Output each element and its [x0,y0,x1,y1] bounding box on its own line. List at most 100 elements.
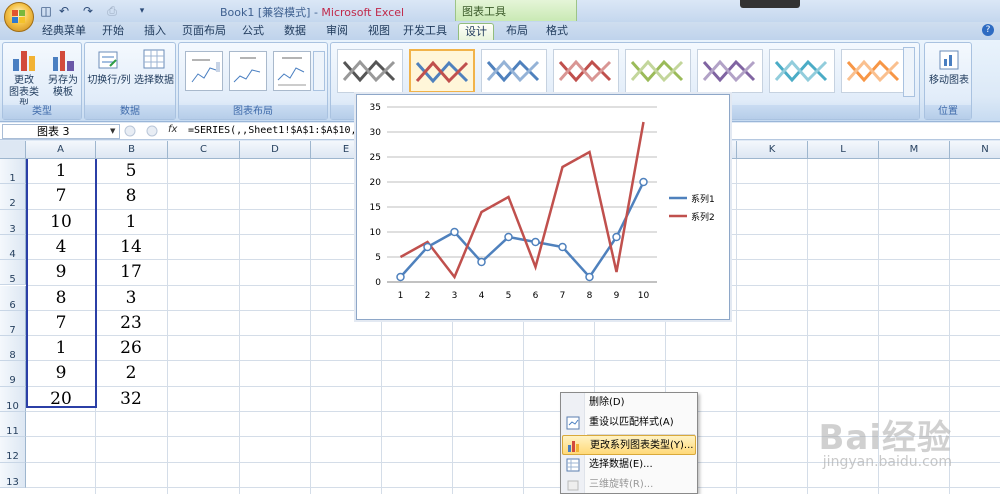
tab-developer[interactable]: 开发工具 [400,23,450,40]
chart-layout-1[interactable] [185,51,223,91]
gridline [26,335,1000,337]
chart-style-5[interactable] [625,49,691,93]
office-button[interactable] [4,2,34,32]
cell-b7[interactable]: 23 [96,313,166,333]
save-icon[interactable]: ◫ [38,3,54,19]
tab-review[interactable]: 审阅 [320,23,354,40]
row-header[interactable]: 2 [0,184,26,210]
column-header[interactable]: D [240,141,311,159]
cell-a7[interactable]: 7 [26,313,96,333]
row-header[interactable]: 5 [0,260,26,286]
reset-style-label: 重设以匹配样式(A) [589,417,674,428]
cell-a9[interactable]: 9 [26,363,96,383]
menu-item-change-series-chart-type[interactable]: 更改系列图表类型(Y)... [562,435,696,455]
group-type: 更改 图表类型 另存为 模板 类型 [2,42,82,120]
menu-item-select-data[interactable]: 选择数据(E)... [562,455,696,475]
column-header[interactable]: L [808,141,879,159]
row-header[interactable]: 6 [0,285,26,311]
cell-b3[interactable]: 1 [96,212,166,232]
cell-a4[interactable]: 4 [26,237,96,257]
insert-function-icon[interactable]: fx [168,124,177,135]
tab-view[interactable]: 视图 [362,23,396,40]
tab-data[interactable]: 数据 [278,23,312,40]
chart-style-2[interactable] [409,49,475,93]
row-header[interactable]: 10 [0,386,26,412]
name-box-dropdown-icon[interactable]: ▼ [110,127,115,135]
tab-format[interactable]: 格式 [540,23,574,40]
move-chart-label: 移动图表 [929,75,969,86]
chart-style-6[interactable] [697,49,763,93]
cell-a1[interactable]: 1 [26,161,96,181]
chart-style-4[interactable] [553,49,619,93]
tab-design[interactable]: 设计 [458,23,494,40]
chart-tools-label: 图表工具 [462,5,506,18]
x-tick-label: 7 [560,291,566,301]
cell-b10[interactable]: 32 [96,389,166,409]
row-header[interactable]: 3 [0,209,26,235]
column-header[interactable]: C [168,141,240,159]
tab-classic-menu[interactable]: 经典菜单 [40,23,88,40]
chart-layout-scroll[interactable] [313,51,325,91]
chart-styles-scroll[interactable] [903,47,915,97]
column-header[interactable]: A [26,141,96,159]
row-header[interactable]: 7 [0,310,26,337]
redo-icon[interactable]: ↷ [80,3,96,19]
template-icon [50,47,76,73]
customize-toolbar-icon[interactable]: ▾ [134,3,150,19]
cell-a2[interactable]: 7 [26,186,96,206]
cell-b6[interactable]: 3 [96,288,166,308]
name-box[interactable]: 图表 3 [2,124,120,139]
row-header[interactable]: 13 [0,462,26,488]
select-data-button[interactable]: 选择数据 [133,47,175,87]
row-header[interactable]: 12 [0,437,26,463]
row-header[interactable]: 4 [0,234,26,261]
print-preview-icon[interactable]: ⎙ [104,3,120,19]
select-all-corner[interactable] [0,141,26,159]
row-header[interactable]: 9 [0,361,26,387]
undo-icon[interactable]: ↶ [56,3,72,19]
tab-formulas[interactable]: 公式 [236,23,270,40]
formula-input[interactable]: =SERIES(,,Sheet1!$A$1:$A$10,1) [188,125,369,136]
save-as-template-button[interactable]: 另存为 模板 [45,47,81,99]
chart-style-8[interactable] [841,49,907,93]
cell-b2[interactable]: 8 [96,186,166,206]
menu-item-3d-rotation[interactable]: 三维旋转(R)... [562,475,696,494]
chart-layout-2[interactable] [229,51,267,91]
menu-item-reset-style[interactable]: 重设以匹配样式(A) [562,413,696,433]
move-chart-button[interactable]: 移动图表 [927,47,971,87]
chart-layout-3[interactable] [273,51,311,91]
menu-item-delete[interactable]: 删除(D) [562,393,696,413]
cell-a8[interactable]: 1 [26,338,96,358]
change-chart-type-button[interactable]: 更改 图表类型 [6,47,42,111]
switch-row-column-button[interactable]: 切换行/列 [87,47,131,87]
chart[interactable]: 0 5 10 15 20 25 30 35 1 2 3 4 5 6 7 8 9 10 系列1 系列2 [356,94,730,320]
help-icon[interactable]: ? [982,24,994,36]
cell-b5[interactable]: 17 [96,262,166,282]
cell-b9[interactable]: 2 [96,363,166,383]
cell-a10[interactable]: 20 [26,389,96,409]
chart-style-7[interactable] [769,49,835,93]
row-header[interactable]: 11 [0,412,26,438]
cell-a6[interactable]: 8 [26,288,96,308]
tab-insert[interactable]: 插入 [138,23,172,40]
tab-page-layout[interactable]: 页面布局 [180,23,228,40]
baidu-watermark: Bai经验 [818,418,952,458]
chart-style-1[interactable] [337,49,403,93]
column-header[interactable]: B [96,141,168,159]
row-header[interactable]: 8 [0,336,26,362]
cell-a3[interactable]: 10 [26,212,96,232]
tab-layout[interactable]: 布局 [500,23,534,40]
window-controls[interactable] [740,0,800,8]
x-tick-label: 6 [533,291,539,301]
column-header[interactable]: M [879,141,950,159]
row-header[interactable]: 1 [0,159,26,185]
cell-b8[interactable]: 26 [96,338,166,358]
tab-home[interactable]: 开始 [96,23,130,40]
series-1-point [396,272,405,282]
cell-a5[interactable]: 9 [26,262,96,282]
chart-style-3[interactable] [481,49,547,93]
column-header[interactable]: N [950,141,1000,159]
column-header[interactable]: K [737,141,808,159]
cell-b1[interactable]: 5 [96,161,166,181]
cell-b4[interactable]: 14 [96,237,166,257]
